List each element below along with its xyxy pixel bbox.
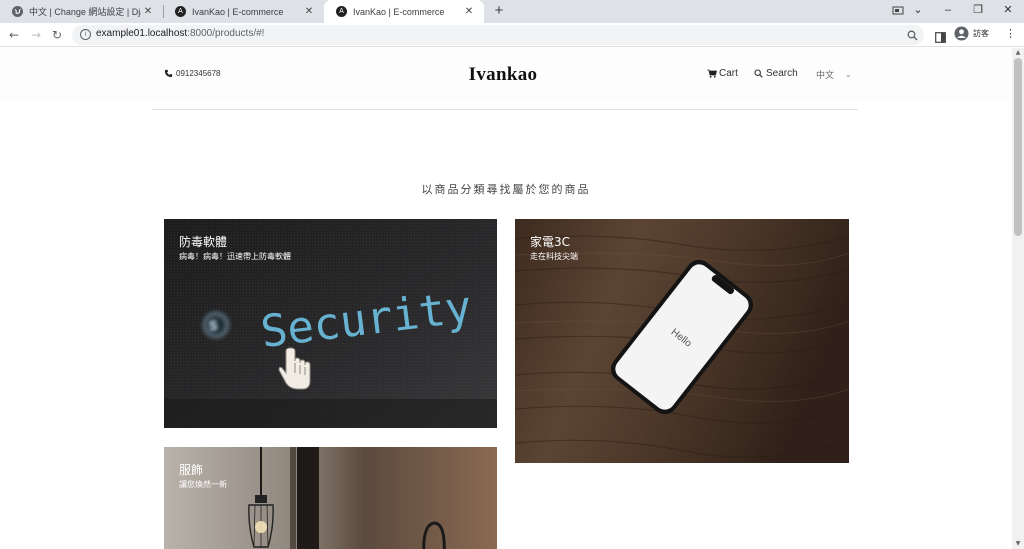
angular-logo-icon: A <box>175 6 186 17</box>
phone-number: 0912345678 <box>176 69 221 78</box>
language-select[interactable]: 中文 <box>816 68 834 81</box>
chevron-down-icon[interactable]: ⌄ <box>904 0 932 23</box>
url-host: example01.localhost <box>96 28 188 39</box>
tab-title: IvanKao | E-commerce <box>192 6 284 17</box>
browser-tab-ivankao-active[interactable]: A IvanKao | E-commerce ✕ <box>324 0 484 23</box>
search-link[interactable]: Search <box>754 68 798 79</box>
card-subtitle: 病毒！病毒！迅速帶上防毒軟體 <box>179 252 291 261</box>
scrollbar-thumb[interactable] <box>1014 58 1022 236</box>
card-title: 家電3C <box>530 235 571 249</box>
minimize-icon[interactable]: – <box>934 0 962 23</box>
card-title: 防毒軟體 <box>179 235 228 249</box>
browser-tab-django[interactable]: 中文 | Change 網站設定 | Django ✕ <box>0 0 163 23</box>
search-label: Search <box>766 68 798 79</box>
cart-label: Cart <box>719 68 738 79</box>
restore-icon[interactable]: ❐ <box>964 0 992 23</box>
back-arrow-icon[interactable]: ← <box>5 26 23 44</box>
category-card-antivirus[interactable]: S Security 防毒軟體 病毒！病毒！迅速帶上防毒軟體 <box>164 219 497 428</box>
section-title: 以商品分類尋找屬於您的商品 <box>421 183 591 196</box>
lamp-interior-image <box>164 447 497 549</box>
site-header: 0912345678 Ivankao Cart Search 中文 ⌄ <box>0 48 1012 102</box>
card-subtitle: 讓您煥然一新 <box>179 480 227 489</box>
scroll-up-icon[interactable]: ▲ <box>1012 48 1024 58</box>
zoom-icon[interactable] <box>907 27 918 44</box>
url-path: :8000/products/#! <box>187 28 265 39</box>
reload-icon[interactable]: ↻ <box>48 26 66 44</box>
angular-logo-icon: A <box>336 6 347 17</box>
close-tab-icon[interactable]: ✕ <box>462 6 476 17</box>
browser-toolbar: ← → ↻ i example01.localhost:8000/product… <box>0 23 1024 47</box>
tab-title: IvanKao | E-commerce <box>353 6 445 17</box>
menu-dots-icon[interactable]: ⋮ <box>1005 27 1016 40</box>
close-tab-icon[interactable]: ✕ <box>302 6 316 17</box>
phone-contact[interactable]: 0912345678 <box>164 69 221 78</box>
forward-arrow-icon[interactable]: → <box>27 26 45 44</box>
url-text: example01.localhost:8000/products/#! <box>96 28 264 39</box>
card-subtitle: 走在科技尖端 <box>530 252 578 261</box>
page-scrollbar[interactable]: ▲ ▼ <box>1012 48 1024 549</box>
globe-icon <box>12 6 23 17</box>
site-logo[interactable]: Ivankao <box>440 64 566 86</box>
page-viewport: 0912345678 Ivankao Cart Search 中文 ⌄ 以商品分… <box>0 48 1012 549</box>
cart-link[interactable]: Cart <box>707 68 738 79</box>
profile-button[interactable]: 訪客 <box>954 26 989 41</box>
browser-tab-bar: 中文 | Change 網站設定 | Django ✕ A IvanKao | … <box>0 0 1024 23</box>
window-close-icon[interactable]: ✕ <box>994 0 1022 23</box>
side-panel-icon[interactable] <box>935 28 946 47</box>
card-title: 服飾 <box>179 463 204 477</box>
search-icon <box>754 69 763 78</box>
close-tab-icon[interactable]: ✕ <box>141 6 155 17</box>
cart-icon <box>707 69 717 78</box>
browser-tab-ivankao-1[interactable]: A IvanKao | E-commerce ✕ <box>163 0 324 23</box>
category-card-electronics[interactable]: Hello 家電3C 走在科技尖端 <box>515 219 849 463</box>
address-bar[interactable]: i example01.localhost:8000/products/#! <box>72 25 924 45</box>
chevron-down-icon[interactable]: ⌄ <box>845 70 852 79</box>
new-tab-button[interactable]: + <box>490 2 508 20</box>
info-icon[interactable]: i <box>80 29 91 40</box>
category-card-clothing[interactable]: 服飾 讓您煥然一新 <box>164 447 497 549</box>
profile-label: 訪客 <box>973 29 989 38</box>
scroll-down-icon[interactable]: ▼ <box>1012 539 1024 549</box>
phone-icon <box>164 69 173 78</box>
account-icon <box>954 26 969 41</box>
svg-text:S: S <box>209 319 218 333</box>
tab-title: 中文 | Change 網站設定 | Django <box>29 7 141 17</box>
header-divider <box>152 109 858 110</box>
